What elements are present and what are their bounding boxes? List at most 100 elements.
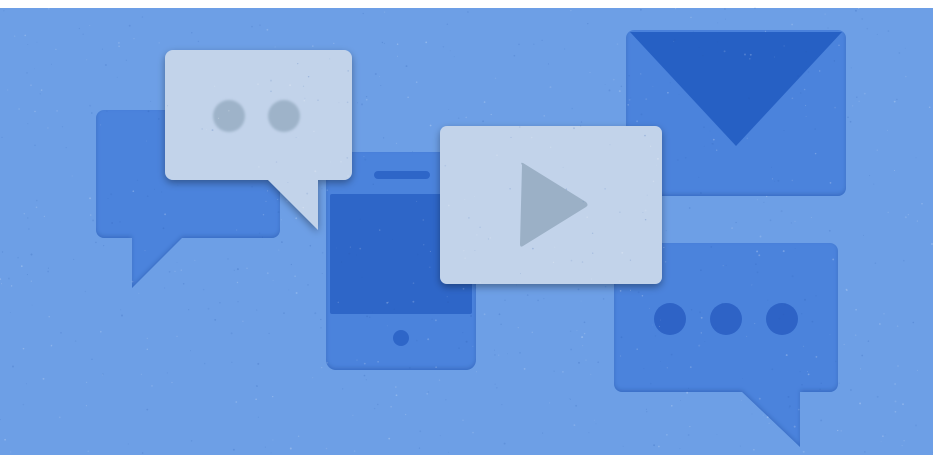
- speckle: [446, 296, 448, 298]
- speckle: [266, 272, 269, 275]
- speckle: [364, 158, 367, 161]
- speckle: [153, 188, 156, 190]
- speckle: [383, 42, 385, 45]
- speckle: [379, 76, 380, 78]
- speckle: [678, 94, 680, 95]
- speckle: [630, 289, 631, 291]
- speckle: [393, 308, 396, 311]
- speckle: [365, 98, 368, 101]
- speckle: [646, 411, 648, 413]
- speckle: [621, 251, 624, 254]
- speckle: [307, 284, 309, 286]
- speckle: [65, 146, 67, 149]
- speckle: [802, 345, 805, 347]
- speckle: [820, 382, 822, 384]
- speckle: [724, 18, 726, 20]
- speckle: [675, 8, 677, 10]
- speckle: [419, 430, 422, 433]
- speckle: [425, 41, 428, 44]
- speckle: [26, 72, 28, 74]
- speckle: [359, 218, 361, 221]
- speckle: [462, 287, 465, 290]
- speckle: [627, 104, 629, 106]
- speckle: [791, 179, 794, 182]
- speckle: [876, 149, 879, 151]
- speckle: [287, 181, 289, 184]
- speckle: [255, 384, 258, 387]
- speckle: [150, 100, 152, 102]
- speckle: [834, 360, 837, 363]
- speckle: [653, 444, 656, 447]
- speckle: [896, 325, 899, 327]
- speckle: [337, 301, 340, 304]
- speckle: [326, 362, 329, 364]
- speckle: [294, 275, 296, 278]
- speckle: [100, 124, 102, 126]
- speckle: [353, 450, 356, 452]
- speckle: [342, 388, 344, 390]
- speckle: [348, 252, 351, 255]
- speckle: [802, 450, 805, 453]
- speckle: [422, 219, 425, 221]
- speckle: [228, 109, 230, 112]
- speckle: [55, 48, 57, 51]
- speckle: [306, 192, 309, 195]
- speckle: [412, 282, 415, 284]
- speckle: [748, 97, 751, 100]
- speckle: [549, 402, 551, 404]
- speckle: [819, 388, 821, 390]
- speckle: [272, 439, 274, 441]
- speckle: [894, 400, 897, 403]
- speckle: [366, 315, 368, 318]
- speckle: [257, 362, 260, 365]
- speckle: [60, 332, 62, 334]
- speckle: [699, 311, 701, 314]
- speckle: [390, 406, 392, 408]
- speckle: [667, 91, 669, 94]
- speckle: [176, 262, 178, 263]
- speckle: [27, 217, 29, 219]
- speckle: [235, 401, 238, 403]
- speckle: [547, 63, 550, 65]
- speckle: [255, 398, 257, 400]
- speckle: [894, 383, 896, 385]
- speckle: [27, 44, 29, 46]
- speckle: [883, 313, 885, 315]
- speckle: [166, 372, 169, 374]
- speckle: [882, 435, 884, 437]
- speckle: [462, 419, 464, 422]
- speckle: [381, 41, 384, 44]
- speckle: [468, 217, 470, 219]
- speckle: [804, 298, 806, 301]
- speckle: [690, 309, 693, 311]
- speckle: [146, 140, 148, 142]
- speckle: [787, 395, 790, 398]
- speckle: [447, 204, 450, 207]
- speckle: [43, 215, 46, 218]
- speckle: [435, 366, 437, 368]
- speckle: [270, 79, 272, 82]
- speckle: [289, 447, 292, 450]
- speckle: [700, 316, 703, 319]
- speckle: [570, 348, 572, 351]
- speckle: [721, 302, 724, 305]
- speckle: [704, 341, 706, 342]
- speckle: [320, 318, 322, 321]
- speckle: [589, 71, 591, 74]
- speckle: [313, 130, 315, 133]
- speckle: [664, 261, 667, 263]
- speckle: [565, 188, 568, 190]
- speckle: [283, 312, 285, 314]
- speckle: [395, 386, 397, 388]
- speckle: [641, 295, 644, 297]
- speckle: [295, 292, 298, 294]
- speckle: [896, 98, 898, 101]
- speckle: [197, 40, 200, 43]
- speckle: [533, 43, 535, 45]
- ellipsis-dot: [654, 303, 686, 335]
- speckle: [359, 247, 362, 250]
- speckle: [268, 332, 270, 335]
- speckle: [688, 207, 691, 209]
- speckle: [280, 219, 282, 221]
- speckle: [30, 280, 32, 282]
